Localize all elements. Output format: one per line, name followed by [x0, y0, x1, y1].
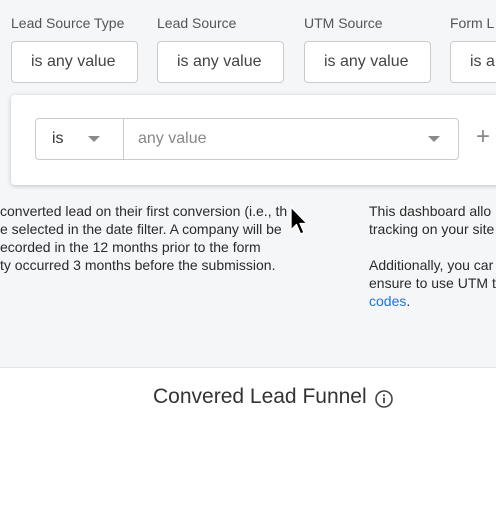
description-line: e selected in the date filter. A company… [0, 221, 282, 237]
description-line: ty occurred 3 months before the submissi… [0, 257, 276, 273]
description-line: Additionally, you car [369, 257, 494, 273]
operator-value: is [52, 130, 64, 147]
filter-label-lead-source-type: Lead Source Type [11, 15, 125, 31]
filter-lead-source-button[interactable]: is any value [157, 41, 284, 83]
description-line: tracking on your site [369, 221, 495, 237]
filter-label-form: Form L [450, 15, 495, 31]
chevron-down-icon [88, 136, 100, 142]
description-line: converted lead on their first conversion… [0, 203, 288, 219]
value-select[interactable]: any value [123, 118, 459, 160]
description-right: This dashboard allo tracking on your sit… [369, 202, 496, 310]
plus-icon[interactable]: + [476, 125, 490, 149]
filter-lead-source-type-button[interactable]: is any value [11, 41, 138, 83]
filter-label-utm-source: UTM Source [304, 15, 383, 31]
value-placeholder: any value [138, 130, 207, 147]
description-line: ecorded in the 12 months prior to the fo… [0, 239, 261, 255]
mouse-cursor-icon [290, 206, 308, 235]
chevron-down-icon [428, 136, 440, 142]
description-line: This dashboard allo [369, 203, 492, 219]
description-line: codes. [369, 292, 496, 310]
description-left: converted lead on their first conversion… [0, 202, 300, 274]
utm-codes-link[interactable]: codes [369, 293, 406, 309]
filter-popover: is any value + [11, 95, 496, 185]
chart-title: Convered Lead Funnel [153, 385, 367, 408]
filter-form-button[interactable]: is a [450, 41, 496, 83]
description-line: ensure to use UTM t [369, 275, 496, 291]
info-icon[interactable] [374, 389, 394, 409]
operator-select[interactable]: is [35, 118, 124, 160]
chart-panel: Convered Lead Funnel [0, 367, 496, 530]
filter-utm-source-button[interactable]: is any value [304, 41, 431, 83]
filter-label-lead-source: Lead Source [157, 15, 237, 31]
link-suffix: . [406, 293, 411, 309]
